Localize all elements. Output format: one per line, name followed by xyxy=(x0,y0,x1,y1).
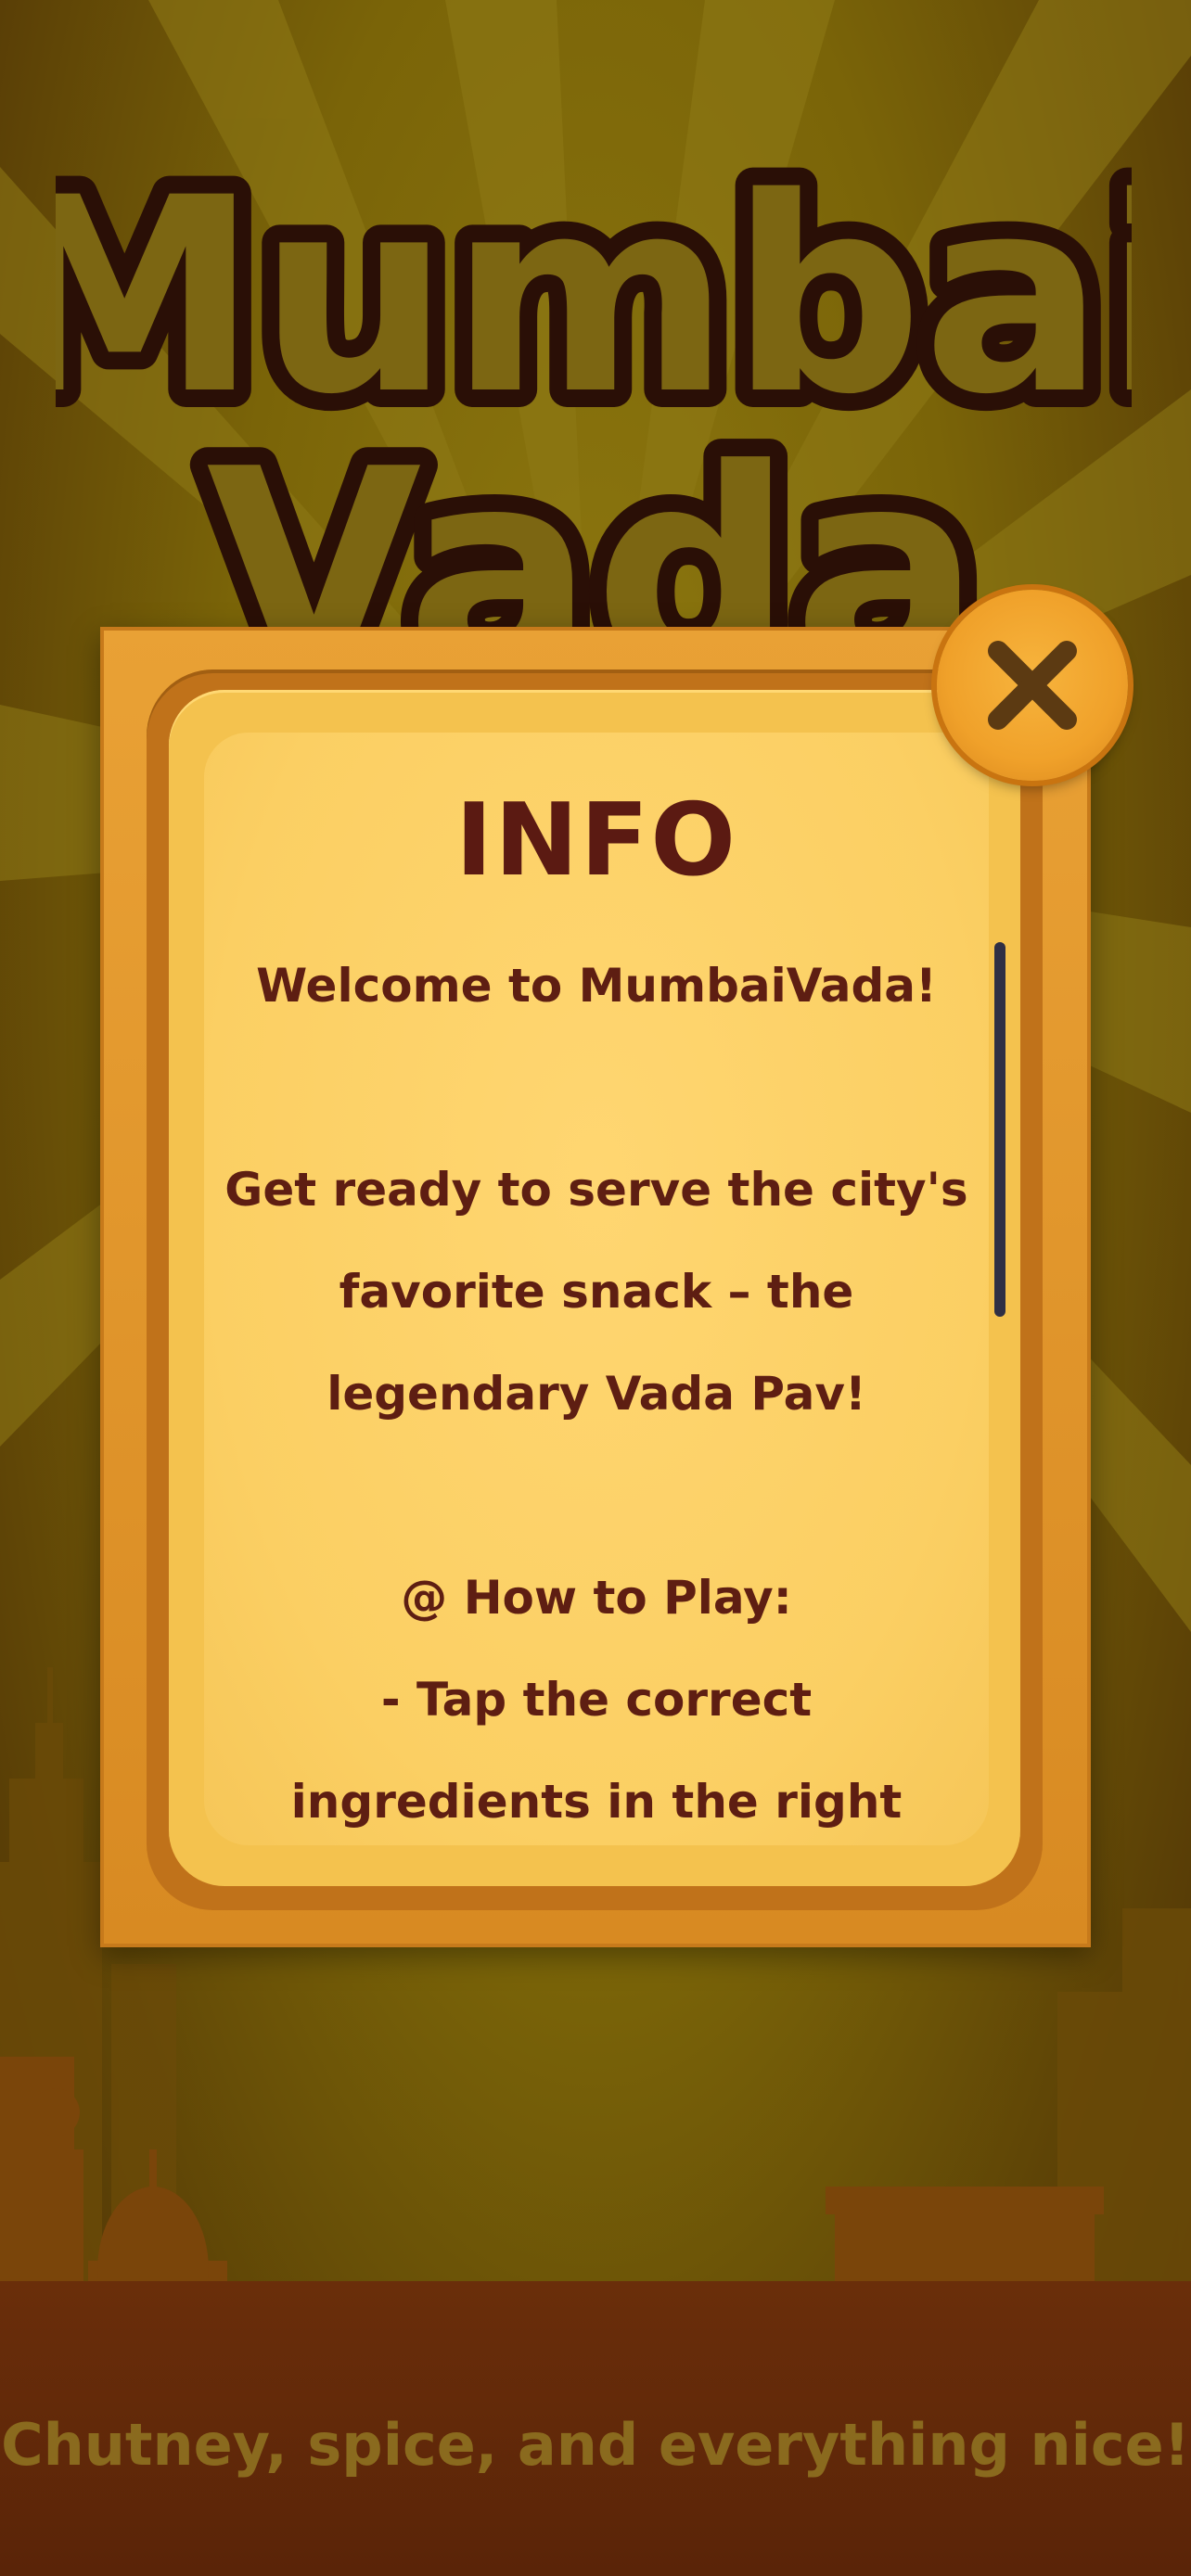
info-modal-border: INFO Welcome to MumbaiVada! Get ready to… xyxy=(169,690,1020,1886)
info-title: INFO xyxy=(455,783,738,899)
info-modal-frame: INFO Welcome to MumbaiVada! Get ready to… xyxy=(147,670,1043,1910)
info-line: favorite snack – the xyxy=(339,1265,854,1319)
info-line: - Tap the correct xyxy=(380,1673,813,1727)
info-modal-panel: INFO Welcome to MumbaiVada! Get ready to… xyxy=(204,733,989,1845)
info-line xyxy=(204,1037,989,1139)
info-scrollbar[interactable] xyxy=(994,942,1005,1317)
info-line xyxy=(204,1445,989,1547)
info-scroll-area[interactable]: Welcome to MumbaiVada! Get ready to serv… xyxy=(204,935,989,1845)
info-line: Get ready to serve the city's xyxy=(224,1163,968,1217)
info-line: legendary Vada Pav! xyxy=(327,1367,866,1421)
info-line: @ How to Play: xyxy=(401,1571,792,1625)
tagline: Chutney, spice, and everything nice! xyxy=(1,2411,1190,2479)
info-line: ingredients in the right xyxy=(290,1775,903,1829)
info-line: Welcome to MumbaiVada! xyxy=(256,959,937,1013)
close-button[interactable] xyxy=(937,590,1128,781)
info-modal: INFO Welcome to MumbaiVada! Get ready to… xyxy=(100,627,1091,1947)
close-x-icon xyxy=(988,641,1077,730)
